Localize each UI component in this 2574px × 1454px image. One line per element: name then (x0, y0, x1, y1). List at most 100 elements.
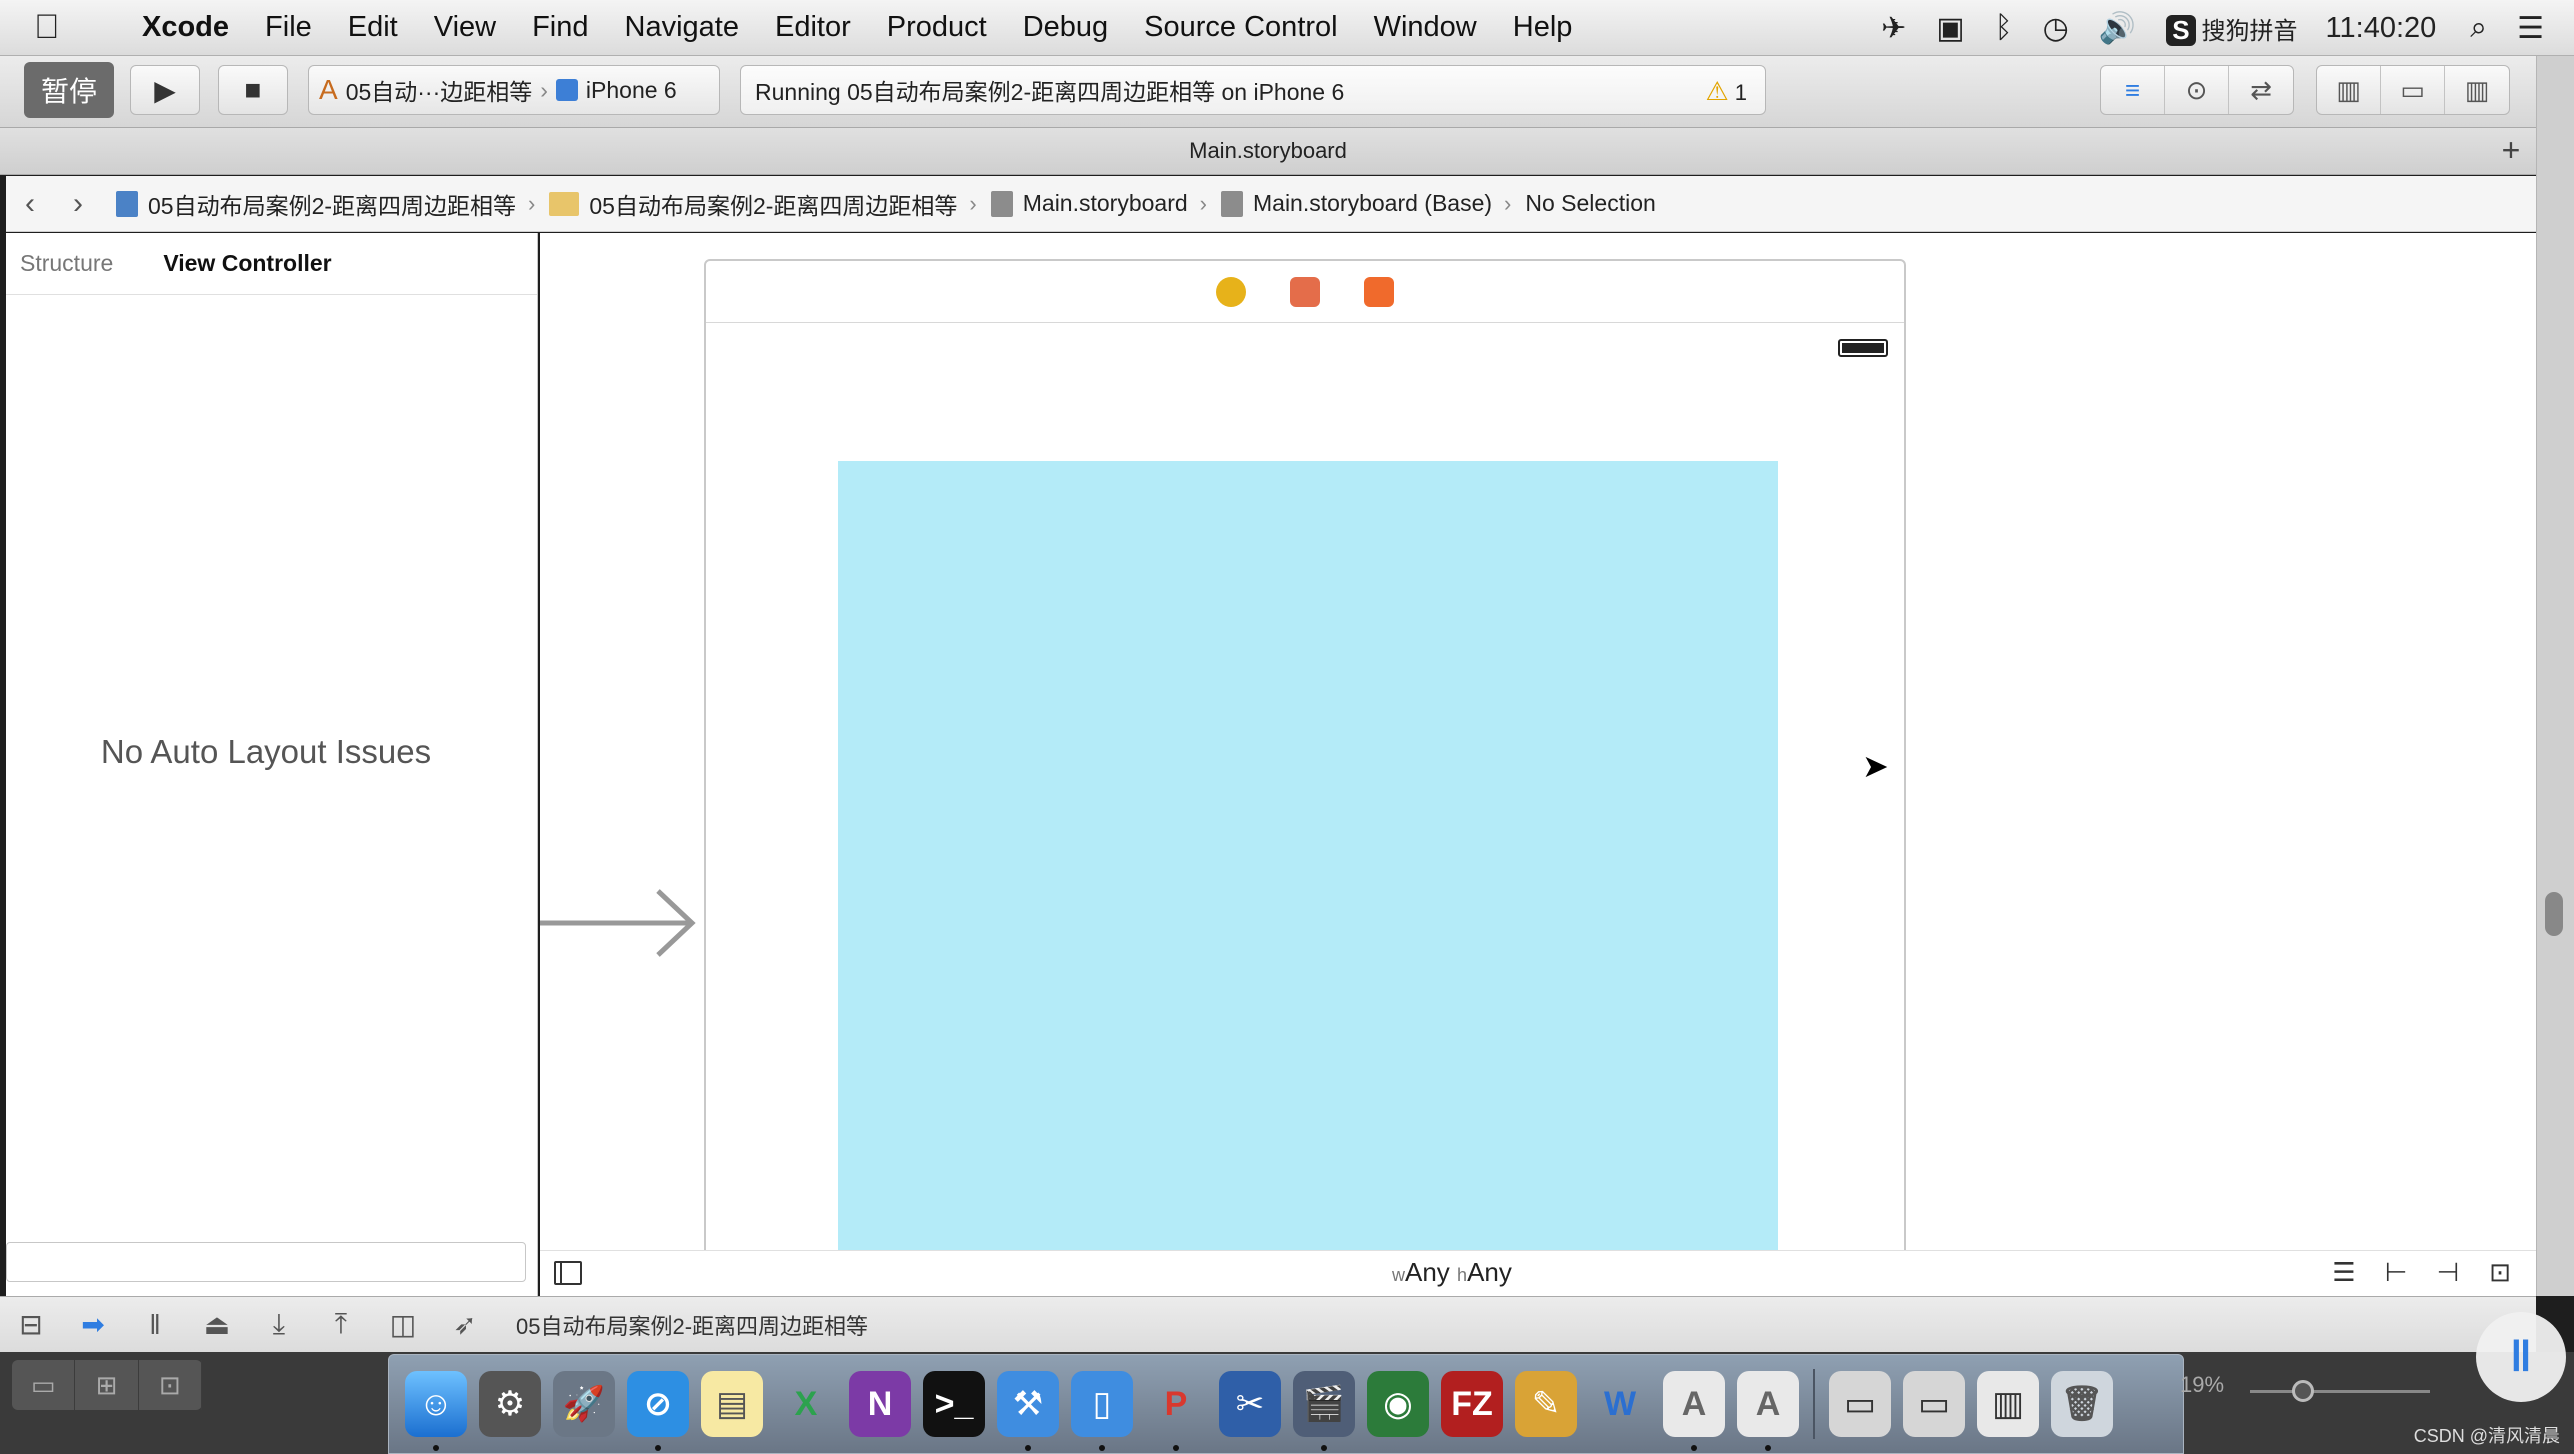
device-icon (555, 79, 578, 101)
menu-debug[interactable]: Debug (1023, 11, 1108, 44)
version-editor-icon[interactable]: ⇄ (2229, 66, 2293, 114)
vertical-scrollbar[interactable] (2545, 892, 2563, 936)
downloads-stack-icon[interactable]: ▥ (1977, 1371, 2039, 1437)
menu-window[interactable]: Window (1374, 11, 1477, 44)
view-debugger-icon[interactable]: ◫ (372, 1308, 434, 1341)
view-controller-scene[interactable] (704, 259, 1906, 1296)
recording-pause-button[interactable]: ‖ (2476, 1312, 2566, 1402)
standard-editor-icon[interactable]: ≡ (2101, 66, 2165, 114)
apple-menu-icon[interactable]:  (34, 8, 94, 47)
add-tab-button[interactable]: + (2494, 134, 2528, 168)
breadcrumb-storyboard-base[interactable]: Main.storyboard (Base) › (1221, 190, 1511, 217)
menu-product[interactable]: Product (887, 11, 987, 44)
presenter-icon[interactable]: ⊡ (139, 1360, 202, 1410)
zoom-slider-knob[interactable] (2292, 1380, 2314, 1402)
pin-icon[interactable]: ⊣ (2422, 1257, 2474, 1291)
step-over-icon[interactable]: ⏏ (186, 1308, 248, 1341)
system-preferences-icon[interactable]: ⚙ (479, 1371, 541, 1437)
instruments-2-icon[interactable]: A (1737, 1371, 1799, 1451)
outline-filter-field[interactable] (6, 1242, 526, 1282)
launchpad-icon[interactable]: 🚀 (553, 1371, 615, 1437)
blue-subview[interactable] (838, 461, 1778, 1296)
filezilla-icon[interactable]: FZ (1441, 1371, 1503, 1437)
stack-icon[interactable]: ☰ (2318, 1257, 2370, 1291)
menu-xcode[interactable]: Xcode (142, 11, 229, 44)
stop-button[interactable]: ■ (218, 65, 288, 115)
excel-icon[interactable]: X (775, 1371, 837, 1437)
zoom-slider-track[interactable] (2250, 1390, 2430, 1393)
exit-icon[interactable] (1364, 276, 1394, 307)
hide-debug-area-icon[interactable]: ⊟ (0, 1308, 62, 1341)
onenote-icon[interactable]: N (849, 1371, 911, 1437)
powerpoint-icon[interactable]: P (1145, 1371, 1207, 1451)
breakpoints-icon[interactable]: ➡ (62, 1308, 124, 1341)
simulator-icon[interactable]: ▯ (1071, 1371, 1133, 1451)
back-icon[interactable]: ‹ (6, 187, 54, 221)
scheme-selector[interactable]: A 05自动···边距相等 › iPhone 6 (308, 65, 720, 115)
input-method-menu[interactable]: S 搜狗拼音 (2166, 11, 2298, 46)
entry-point-arrow-icon[interactable] (540, 883, 700, 963)
run-button[interactable]: ▶ (130, 65, 200, 115)
breadcrumb-project[interactable]: 05自动布局案例2-距离四周边距相等 › (116, 187, 535, 221)
video-camera-icon[interactable]: ▣ (1936, 11, 1964, 46)
xcode-icon[interactable]: ⚒ (997, 1371, 1059, 1451)
sketch-icon[interactable]: ✎ (1515, 1371, 1577, 1437)
menu-help[interactable]: Help (1513, 11, 1573, 44)
spotlight-search-icon[interactable]: ⌕ (2470, 11, 2487, 45)
screenflow-icon[interactable]: 🎬 (1293, 1371, 1355, 1451)
recording-pause-label[interactable]: 暂停 (24, 62, 114, 118)
menu-edit[interactable]: Edit (348, 11, 398, 44)
vpn-icon[interactable]: ◉ (1367, 1371, 1429, 1437)
outline-header: Structure View Controller (6, 233, 537, 295)
grid-icon[interactable]: ⊞ (75, 1360, 139, 1410)
step-into-icon[interactable]: ⤓ (248, 1308, 310, 1341)
resolve-issues-icon[interactable]: ⊡ (2474, 1257, 2526, 1291)
location-icon[interactable]: ➶ (434, 1308, 496, 1341)
breadcrumb-group[interactable]: 05自动布局案例2-距离四周边距相等 › (549, 187, 977, 221)
pause-execution-icon[interactable]: ‖ (124, 1309, 186, 1341)
breadcrumb-storyboard[interactable]: Main.storyboard › (990, 190, 1207, 217)
utilities-toggle-icon[interactable]: ▥ (2445, 66, 2509, 114)
menu-view[interactable]: View (434, 11, 496, 44)
menu-editor[interactable]: Editor (775, 11, 851, 44)
menu-file[interactable]: File (265, 11, 312, 44)
window-thumbnail-2-icon[interactable]: ▭ (1903, 1371, 1965, 1437)
word-icon[interactable]: W (1589, 1371, 1651, 1437)
assistant-editor-icon[interactable]: ⊙ (2165, 66, 2229, 114)
warning-badge[interactable]: ⚠ 1 (1705, 76, 1747, 107)
menu-clock[interactable]: 11:40:20 (2326, 12, 2437, 45)
tab-structure[interactable]: Structure (20, 250, 113, 277)
storyboard-file-icon (990, 190, 1013, 217)
view-controller-icon[interactable] (1216, 276, 1246, 307)
debug-area-toggle-icon[interactable]: ▭ (2381, 66, 2445, 114)
notification-center-icon[interactable]: ☰ (2517, 11, 2544, 46)
safari-icon[interactable]: ⊘ (627, 1371, 689, 1451)
step-out-icon[interactable]: ⤒ (310, 1308, 372, 1341)
align-icon[interactable]: ⊢ (2370, 1257, 2422, 1291)
first-responder-icon[interactable] (1290, 276, 1320, 307)
menu-source-control[interactable]: Source Control (1144, 11, 1337, 44)
finder-icon[interactable]: ☺ (405, 1371, 467, 1451)
bluetooth-icon[interactable]: ᛒ (1995, 11, 2013, 45)
snipping-tool-icon[interactable]: ✂ (1219, 1371, 1281, 1437)
breadcrumb-selection[interactable]: No Selection (1525, 190, 1655, 217)
size-class-control[interactable]: wAny hAny (1392, 1257, 1512, 1288)
instruments-icon[interactable]: A (1663, 1371, 1725, 1451)
terminal-icon[interactable]: >_ (923, 1371, 985, 1437)
notes-icon[interactable]: ▤ (701, 1371, 763, 1437)
storyboard-canvas[interactable]: wAny hAny ☰ ⊢ ⊣ ⊡ ➤ (540, 233, 2536, 1296)
airplane-icon[interactable]: ✈ (1881, 11, 1906, 46)
tab-main-storyboard[interactable]: Main.storyboard (1189, 138, 1347, 164)
navigator-toggle-icon[interactable]: ▥ (2317, 66, 2381, 114)
tab-view-controller[interactable]: View Controller (163, 250, 331, 277)
screen-icon[interactable]: ▭ (12, 1360, 76, 1410)
volume-icon[interactable]: 🔊 (2099, 11, 2136, 46)
forward-icon[interactable]: › (54, 187, 102, 221)
debug-process-label[interactable]: 05自动布局案例2-距离四周边距相等 (516, 1309, 868, 1341)
time-machine-icon[interactable]: ◷ (2043, 11, 2069, 46)
menu-navigate[interactable]: Navigate (625, 11, 739, 44)
outline-toggle-icon[interactable] (554, 1261, 582, 1285)
window-thumbnail-icon[interactable]: ▭ (1829, 1371, 1891, 1437)
trash-icon[interactable]: 🗑 (2051, 1371, 2113, 1437)
menu-find[interactable]: Find (532, 11, 588, 44)
